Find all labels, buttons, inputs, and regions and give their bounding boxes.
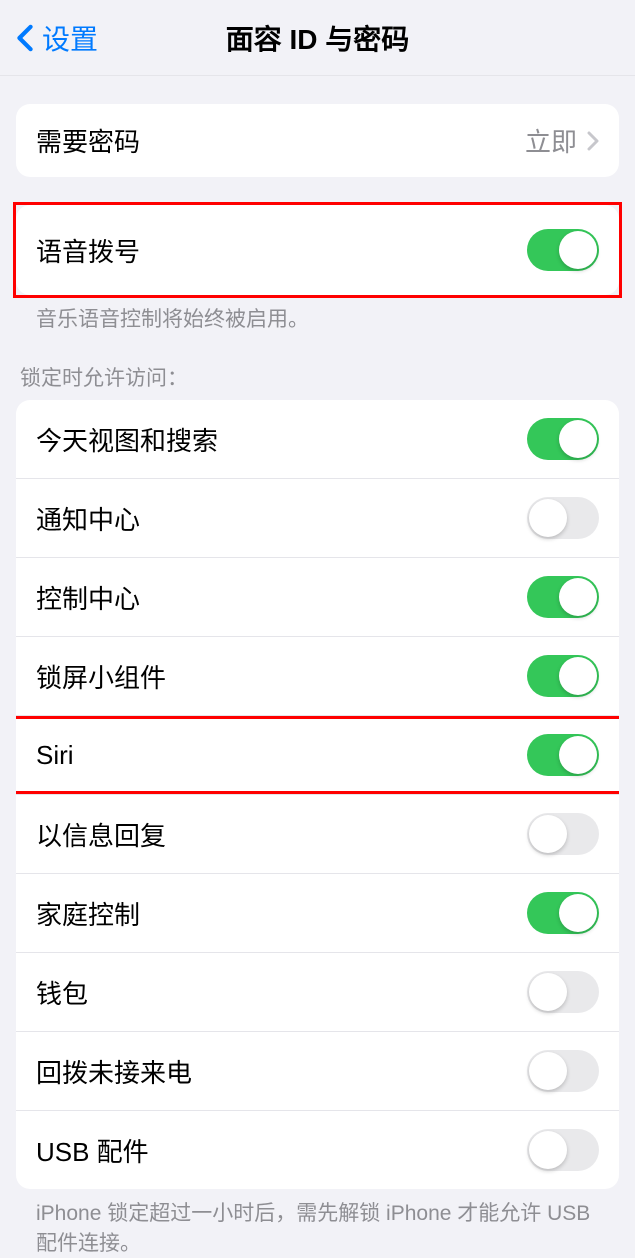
lock-access-item-label: USB 配件 [36, 1132, 149, 1169]
lock-access-item-label: 控制中心 [36, 579, 140, 616]
lock-access-toggle[interactable] [527, 418, 599, 460]
lock-access-toggle[interactable] [527, 655, 599, 697]
lock-access-item-label: Siri [36, 740, 74, 771]
lock-access-row: 今天视图和搜索 [16, 400, 619, 479]
voice-dial-toggle[interactable] [527, 229, 599, 271]
lock-access-item-label: 钱包 [36, 974, 88, 1011]
chevron-right-icon [587, 131, 599, 151]
lock-access-toggle[interactable] [527, 813, 599, 855]
page-title: 面容 ID 与密码 [226, 18, 410, 58]
lock-access-toggle[interactable] [527, 576, 599, 618]
chevron-left-icon [16, 24, 34, 52]
back-label: 设置 [42, 18, 98, 58]
lock-access-item-label: 通知中心 [36, 500, 140, 537]
voice-dial-footer: 音乐语音控制将始终被启用。 [16, 295, 619, 334]
lock-access-row: Siri [16, 716, 619, 795]
content: 需要密码 立即 语音拨号 音乐语音控制将始终被启用。 锁定时允许访问： [0, 104, 635, 1258]
voice-dial-label: 语音拨号 [36, 232, 140, 269]
passcode-section: 需要密码 立即 [16, 104, 619, 177]
lock-access-toggle[interactable] [527, 734, 599, 776]
lock-access-row: 回拨未接来电 [16, 1032, 619, 1111]
lock-access-toggle[interactable] [527, 497, 599, 539]
lock-access-item-label: 以信息回复 [36, 816, 166, 853]
lock-access-row: 通知中心 [16, 479, 619, 558]
lock-access-row: USB 配件 [16, 1111, 619, 1189]
lock-access-toggle[interactable] [527, 971, 599, 1013]
lock-access-row: 钱包 [16, 953, 619, 1032]
lock-access-item-label: 锁屏小组件 [36, 658, 166, 695]
require-passcode-row[interactable]: 需要密码 立即 [16, 104, 619, 177]
lock-access-toggle[interactable] [527, 1050, 599, 1092]
lock-access-item-label: 回拨未接来电 [36, 1053, 192, 1090]
back-button[interactable]: 设置 [16, 18, 98, 58]
lock-access-toggle[interactable] [527, 892, 599, 934]
lock-access-item-label: 家庭控制 [36, 895, 140, 932]
lock-access-row: 锁屏小组件 [16, 637, 619, 716]
require-passcode-label: 需要密码 [36, 122, 140, 159]
lock-access-header: 锁定时允许访问： [0, 362, 635, 400]
lock-access-row: 家庭控制 [16, 874, 619, 953]
lock-access-row: 以信息回复 [16, 795, 619, 874]
require-passcode-value: 立即 [525, 122, 577, 159]
lock-access-footer: iPhone 锁定超过一小时后，需先解锁 iPhone 才能允许 USB 配件连… [16, 1189, 619, 1258]
voice-dial-section: 语音拨号 音乐语音控制将始终被启用。 [16, 205, 619, 334]
voice-dial-row: 语音拨号 [16, 205, 619, 295]
lock-access-section: 今天视图和搜索通知中心控制中心锁屏小组件 Siri 以信息回复家庭控制钱包回拨未接来… [16, 400, 619, 1258]
lock-access-toggle[interactable] [527, 1129, 599, 1171]
lock-access-row: 控制中心 [16, 558, 619, 637]
header: 设置 面容 ID 与密码 [0, 0, 635, 76]
lock-access-item-label: 今天视图和搜索 [36, 421, 218, 458]
